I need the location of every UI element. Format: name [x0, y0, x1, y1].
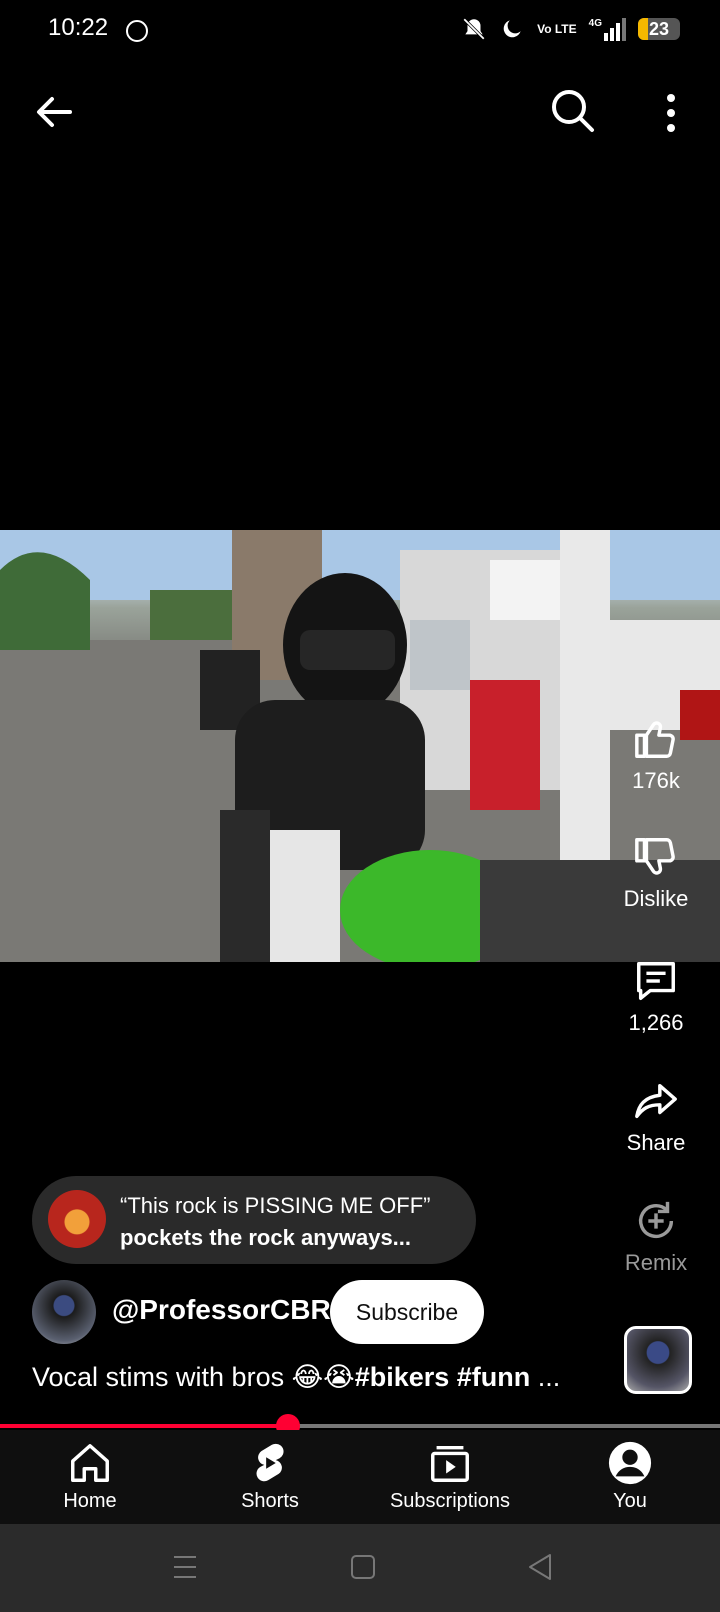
arrow-left-icon	[37, 97, 72, 127]
battery-icon: 23	[638, 18, 680, 40]
thumbs-down-icon	[635, 838, 675, 875]
progress-fill	[0, 1424, 288, 1428]
video-caption[interactable]: Vocal stims with bros 😂😭#bikers #funn ..…	[32, 1362, 560, 1393]
recents-menu-icon[interactable]	[172, 1552, 198, 1582]
caption-ellipsis: ...	[537, 1362, 561, 1392]
home-icon	[71, 1444, 109, 1482]
share-label: Share	[626, 1130, 686, 1155]
battery-level: 23	[648, 19, 670, 39]
account-icon	[608, 1441, 652, 1485]
status-icons: Vo LTE 4G 23	[461, 16, 680, 42]
thumbs-up-icon	[635, 721, 675, 758]
shorts-icon	[256, 1443, 284, 1482]
subscriptions-icon	[431, 1445, 469, 1482]
remix-label: Remix	[624, 1250, 688, 1275]
status-time: 10:22	[48, 14, 109, 41]
commenter-avatar	[48, 1190, 106, 1248]
nav-you[interactable]: You	[540, 1440, 720, 1513]
channel-avatar[interactable]	[32, 1280, 96, 1344]
search-button[interactable]	[548, 86, 598, 136]
remix-icon	[638, 1201, 674, 1239]
comments-button[interactable]: 1,266	[612, 958, 700, 1036]
remix-button[interactable]: Remix	[612, 1198, 700, 1276]
nav-you-label: You	[613, 1490, 647, 1512]
nav-shorts-label: Shorts	[241, 1490, 299, 1512]
network-type: 4G	[588, 17, 602, 29]
subscribe-button[interactable]: Subscribe	[330, 1280, 484, 1344]
channel-handle[interactable]: @ProfessorCBR	[112, 1294, 331, 1326]
home-square-icon[interactable]	[350, 1554, 376, 1580]
more-options-button[interactable]	[658, 90, 684, 136]
more-vert-icon	[667, 94, 675, 132]
caption-hashtags[interactable]: #bikers #funn	[355, 1362, 531, 1392]
caption-text: Vocal stims with bros 😂😭	[32, 1362, 355, 1392]
top-comment-preview[interactable]: “This rock is PISSING ME OFF” pockets th…	[32, 1176, 476, 1264]
mute-bell-icon	[463, 18, 485, 40]
system-nav-bar	[0, 1524, 720, 1612]
comment-text: “This rock is PISSING ME OFF” pockets th…	[120, 1190, 470, 1254]
nav-home[interactable]: Home	[0, 1440, 180, 1513]
comment-line-1: “This rock is PISSING ME OFF”	[120, 1193, 431, 1218]
back-button[interactable]	[30, 88, 78, 136]
comment-count: 1,266	[628, 1010, 684, 1035]
dislike-button[interactable]: Dislike	[612, 834, 700, 912]
dnd-moon-icon	[503, 20, 521, 38]
comment-icon	[637, 962, 675, 1000]
nav-subscriptions[interactable]: Subscriptions	[360, 1440, 540, 1513]
signal-icon: 4G	[588, 17, 626, 41]
comment-line-2: pockets the rock anyways...	[120, 1225, 412, 1250]
nav-home-label: Home	[63, 1490, 117, 1512]
share-arrow-icon	[635, 1083, 677, 1119]
volte-indicator: Vo LTE	[537, 22, 577, 36]
pinterest-notification-icon	[126, 20, 148, 42]
nav-subscriptions-label: Subscriptions	[389, 1490, 511, 1512]
bottom-nav: Home Shorts Subscriptions You	[0, 1430, 720, 1524]
search-icon	[552, 90, 594, 132]
like-count: 176k	[632, 768, 680, 793]
nav-shorts[interactable]: Shorts	[180, 1440, 360, 1513]
like-button[interactable]: 176k	[612, 716, 700, 794]
back-triangle-icon[interactable]	[526, 1552, 554, 1582]
share-button[interactable]: Share	[612, 1078, 700, 1156]
dislike-label: Dislike	[623, 886, 689, 911]
sound-thumbnail[interactable]	[624, 1326, 692, 1394]
